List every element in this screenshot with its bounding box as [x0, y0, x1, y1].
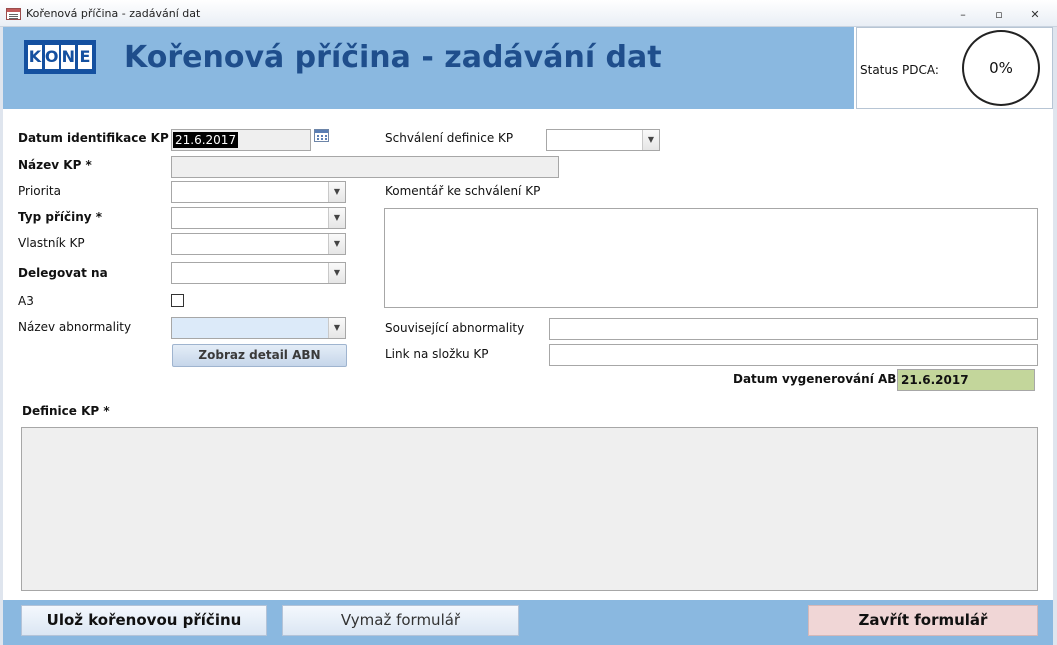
a3-checkbox[interactable]: [171, 294, 184, 307]
zobraz-detail-abn-button[interactable]: Zobraz detail ABN: [172, 344, 347, 367]
chevron-down-icon[interactable]: ▼: [642, 130, 659, 150]
schvaleni-definice-label: Schválení definice KP: [385, 131, 514, 145]
form-icon: [6, 8, 21, 20]
calendar-icon[interactable]: [314, 129, 329, 142]
chevron-down-icon[interactable]: ▼: [328, 263, 345, 283]
window-titlebar: Kořenová příčina - zadávání dat – ▫ ✕: [0, 0, 1057, 27]
status-value: 0%: [989, 59, 1013, 77]
left-border: [0, 27, 3, 645]
restore-icon[interactable]: ▫: [988, 8, 1010, 22]
kone-logo: K O N E: [24, 40, 96, 74]
typ-priciny-label: Typ příčiny *: [18, 210, 103, 224]
datum-identifikace-label: Datum identifikace KP *: [18, 131, 180, 145]
komentar-textarea[interactable]: [384, 208, 1038, 308]
vlastnik-kp-combo[interactable]: ▼: [171, 233, 346, 255]
priorita-label: Priorita: [18, 184, 61, 198]
close-icon[interactable]: ✕: [1024, 8, 1046, 22]
window-title: Kořenová příčina - zadávání dat: [26, 7, 201, 20]
definice-kp-label: Definice KP *: [22, 404, 110, 418]
link-na-slozku-field[interactable]: [549, 344, 1038, 366]
chevron-down-icon[interactable]: ▼: [328, 182, 345, 202]
nazev-abnormality-label: Název abnormality: [18, 320, 132, 334]
delegovat-na-combo[interactable]: ▼: [171, 262, 346, 284]
right-border: [1053, 27, 1057, 645]
vlastnik-kp-label: Vlastník KP: [18, 236, 85, 250]
chevron-down-icon[interactable]: ▼: [328, 318, 345, 338]
page-title: Kořenová příčina - zadávání dat: [124, 40, 662, 75]
status-pdca-indicator: 0%: [962, 30, 1040, 106]
logo-letter: O: [44, 45, 59, 69]
chevron-down-icon[interactable]: ▼: [328, 234, 345, 254]
logo-letter: N: [61, 45, 76, 69]
datum-vygenerovani-label: Datum vygenerování ABN: [733, 372, 907, 386]
close-form-button[interactable]: Zavřít formulář: [808, 605, 1038, 636]
datum-identifikace-value: 21.6.2017: [173, 132, 239, 148]
chevron-down-icon[interactable]: ▼: [328, 208, 345, 228]
minimize-icon[interactable]: –: [952, 8, 974, 22]
status-label: Status PDCA:: [860, 63, 939, 77]
komentar-label: Komentář ke schválení KP: [385, 184, 541, 198]
souvisejici-abnormality-label: Související abnormality: [385, 321, 525, 335]
logo-letter: K: [28, 45, 42, 69]
datum-vygenerovani-field: 21.6.2017: [897, 369, 1035, 391]
priorita-combo[interactable]: ▼: [171, 181, 346, 203]
logo-letter: E: [77, 45, 92, 69]
nazev-kp-label: Název KP *: [18, 158, 92, 172]
link-na-slozku-label: Link na složku KP: [385, 347, 489, 361]
datum-identifikace-field[interactable]: 21.6.2017: [171, 129, 311, 151]
schvaleni-definice-combo[interactable]: ▼: [546, 129, 660, 151]
souvisejici-abnormality-field[interactable]: [549, 318, 1038, 340]
definice-kp-textarea[interactable]: [21, 427, 1038, 591]
nazev-abnormality-combo[interactable]: ▼: [171, 317, 346, 339]
a3-label: A3: [18, 294, 34, 308]
save-root-cause-button[interactable]: Ulož kořenovou příčinu: [21, 605, 267, 636]
clear-form-button[interactable]: Vymaž formulář: [282, 605, 519, 636]
nazev-kp-field[interactable]: [171, 156, 559, 178]
typ-priciny-combo[interactable]: ▼: [171, 207, 346, 229]
delegovat-na-label: Delegovat na: [18, 266, 108, 280]
